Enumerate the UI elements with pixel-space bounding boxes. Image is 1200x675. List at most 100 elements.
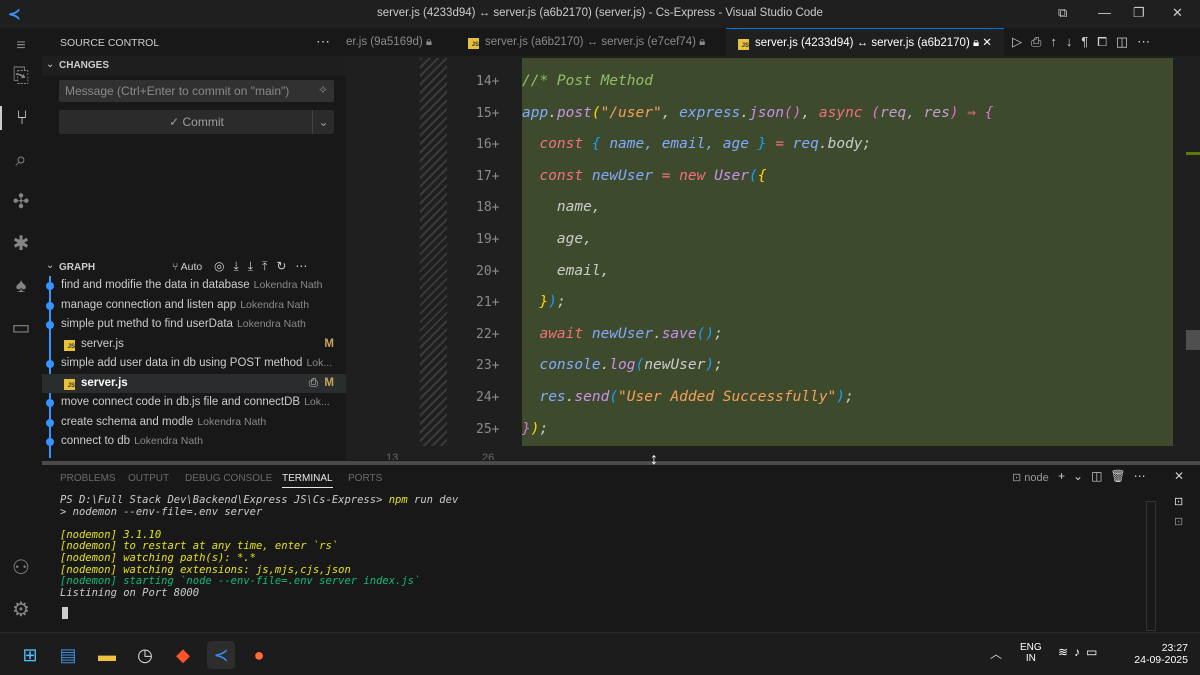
line-number: 13: [386, 452, 399, 460]
close-panel-icon[interactable]: ✕: [1174, 469, 1184, 483]
code-token: {: [757, 167, 767, 184]
postman-icon[interactable]: ●: [245, 641, 273, 669]
code-token: ;: [845, 389, 854, 405]
more-actions-icon[interactable]: ⋯: [316, 33, 330, 50]
menu-icon[interactable]: ≡: [9, 34, 33, 58]
graph-file-item[interactable]: JS server.js ⎙ M: [42, 373, 346, 394]
graph-commit-item[interactable]: simple add user data in db using POST me…: [42, 354, 346, 374]
graph-auto-button[interactable]: ⑂ Auto: [172, 261, 202, 273]
terminal-scrollbar[interactable]: [1146, 501, 1156, 631]
code-token: ;: [556, 294, 566, 311]
code-token: email,: [522, 262, 610, 279]
account-icon[interactable]: ⚇: [9, 556, 33, 580]
panel-actions[interactable]: +⌄◫🗑︎⋯: [1058, 469, 1154, 483]
code-token: save: [661, 325, 697, 342]
title-bar: ≺ server.js (4233d94) ↔ server.js (a6b21…: [0, 0, 1200, 28]
line-number: 17+: [476, 168, 500, 184]
graph-auto-label: Auto: [180, 261, 203, 273]
tab-problems[interactable]: PROBLEMS: [60, 473, 116, 484]
graph-commit-item[interactable]: create schema and modle Lokendra Nath: [42, 413, 346, 433]
extensions-icon[interactable]: ✣: [9, 190, 33, 214]
commit-author: Lokendra Nath: [236, 318, 306, 330]
tab-server-9a5169d[interactable]: er.js (9a5169d) 🔒︎: [346, 28, 442, 56]
code-token: new: [679, 167, 715, 184]
terminal-node-selector[interactable]: ⊡ node: [1012, 471, 1049, 484]
commit-dot-icon: [46, 360, 54, 368]
commit-author: Lokendra Nath: [253, 279, 323, 291]
commit-button[interactable]: ✓ Commit ⌄: [59, 110, 334, 134]
graph-commit-item[interactable]: connect to db Lokendra Nath: [42, 432, 346, 452]
graph-commit-item[interactable]: simple put methd to find userData Lokendr…: [42, 315, 346, 335]
commit-message-placeholder: Message (Ctrl+Enter to commit on "main"): [65, 84, 290, 98]
graph-file-item[interactable]: JS server.js M: [42, 335, 346, 355]
clock[interactable]: 23:27 24-09-2025: [1128, 642, 1188, 666]
brave-browser-icon[interactable]: ◆: [169, 641, 197, 669]
code-line: 24+ res.send("User Added Successfully");: [346, 382, 1200, 414]
commit-message-input[interactable]: Message (Ctrl+Enter to commit on "main")…: [59, 80, 334, 102]
settings-gear-icon[interactable]: ⚙: [9, 598, 33, 622]
terminal-line: Listining on Port 8000: [60, 587, 458, 600]
changes-header[interactable]: ⌄ CHANGES: [42, 56, 346, 76]
terminal-instance-icon[interactable]: ⊡: [1174, 515, 1183, 528]
copilot-icon[interactable]: ⧉: [1058, 5, 1067, 21]
tab-terminal[interactable]: TERMINAL: [282, 473, 333, 488]
line-number: 24+: [476, 390, 500, 405]
scrollbar-thumb[interactable]: [1186, 330, 1200, 350]
explorer-icon[interactable]: ⎘: [9, 64, 33, 88]
code-token: ): [836, 389, 846, 405]
commit-author: Lokendra Nath: [134, 435, 203, 447]
code-token: age,: [522, 231, 592, 247]
tab-ports[interactable]: PORTS: [348, 473, 382, 484]
minimize-button[interactable]: —: [1098, 5, 1111, 20]
tab-output[interactable]: OUTPUT: [128, 473, 169, 484]
close-window-button[interactable]: ✕: [1172, 5, 1183, 21]
commit-dot-icon: [46, 301, 54, 310]
graph-toolbar-icons[interactable]: ◎⤓⤓⤒↻⋯: [214, 259, 316, 274]
folder-icon[interactable]: ▭: [9, 316, 33, 340]
show-hidden-icons[interactable]: ︿: [990, 645, 1002, 662]
language-indicator[interactable]: ENG IN: [1020, 642, 1042, 664]
diff-editor[interactable]: 14+//* Post Method 15+ app.post("/user", e…: [346, 56, 1200, 460]
search-icon[interactable]: ⌕: [9, 148, 33, 172]
js-file-icon: JS: [64, 339, 75, 351]
sparkle-icon[interactable]: ✧: [318, 83, 328, 97]
js-file-icon: JS: [64, 378, 75, 390]
graph-commit-item[interactable]: manage connection and listen app Lokendra…: [42, 296, 346, 316]
js-file-icon: JS: [738, 39, 749, 50]
code-token: .body;: [818, 136, 872, 153]
debug-icon[interactable]: ✱: [9, 232, 33, 256]
vscode-taskbar-icon[interactable]: ≺: [207, 641, 235, 669]
commit-dropdown-chevron-icon[interactable]: ⌄: [312, 110, 334, 134]
code-token: newUser: [591, 325, 653, 342]
editor-actions[interactable]: ▷⎙↑↓¶⧠◫⋯: [1012, 28, 1159, 56]
commit-message: simple add user data in db using POST me…: [61, 357, 303, 369]
mongodb-icon[interactable]: ♠: [9, 274, 33, 298]
terminal-line: > nodemon --env-file=.env server: [60, 506, 458, 519]
terminal-output[interactable]: PS D:\Full Stack Dev\Backend\Express JS\…: [60, 494, 458, 600]
lock-icon: 🔒︎: [699, 36, 706, 48]
source-control-icon[interactable]: ⑂: [0, 106, 42, 130]
close-tab-icon[interactable]: ✕: [982, 37, 992, 49]
file-explorer-icon[interactable]: ▬: [93, 641, 121, 669]
modified-status: M: [324, 376, 334, 389]
line-number: 16+: [476, 137, 500, 153]
tab-server-a6b2170[interactable]: JS server.js (a6b2170) ↔ server.js (e7cef…: [468, 28, 705, 56]
bottom-panel: PROBLEMS OUTPUT DEBUG CONSOLE TERMINAL P…: [42, 465, 1200, 632]
terminal-text: [nodemon] starting `node --env-file=.env…: [60, 575, 421, 588]
maximize-button[interactable]: ❐: [1133, 5, 1145, 21]
tab-server-4233d94[interactable]: JS server.js (4233d94) ↔ server.js (a6b21…: [726, 28, 1004, 56]
terminal-text: [nodemon] 3.1.10: [60, 528, 162, 541]
clock-app-icon[interactable]: ◷: [131, 641, 159, 669]
graph-commit-item[interactable]: move connect code in db.js file and conn…: [42, 393, 346, 413]
open-file-icon[interactable]: ⎙: [309, 374, 318, 394]
wifi-volume-battery-icons[interactable]: ≋♪▭: [1058, 645, 1103, 659]
graph-header[interactable]: ⌄ GRAPH ⑂ Auto ◎⤓⤓⤒↻⋯: [42, 259, 346, 276]
notepad-icon[interactable]: ▤: [54, 641, 82, 669]
lock-icon: 🔒︎: [425, 36, 433, 48]
terminal-instance-icon[interactable]: ⊡: [1174, 495, 1183, 508]
code-token: User: [714, 167, 749, 184]
start-button-icon[interactable]: ⊞: [16, 641, 44, 669]
graph-list: find and modifie the data in database Lok…: [42, 276, 346, 458]
tab-debug-console[interactable]: DEBUG CONSOLE: [185, 473, 272, 484]
graph-commit-item[interactable]: find and modifie the data in database Lok…: [42, 276, 346, 296]
